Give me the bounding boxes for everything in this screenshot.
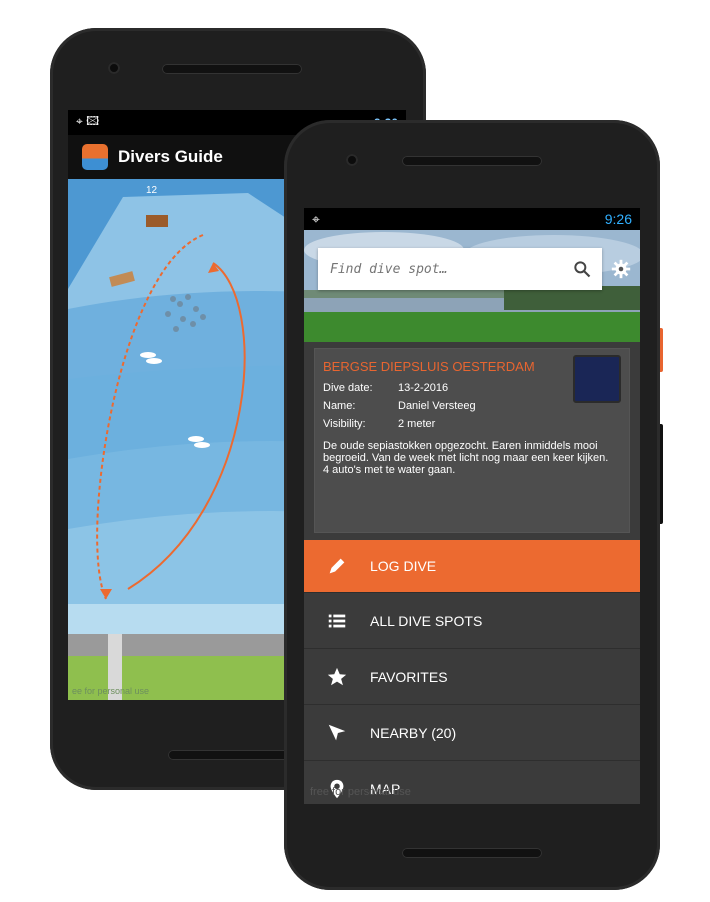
front-footer-note: free for personal use [310,786,411,798]
diver-name-label: Name: [323,400,356,412]
visibility-value: 2 meter [398,418,436,430]
back-camera [108,62,120,74]
menu-item-label: NEARBY (20) [370,724,457,741]
dive-thumbnail [573,355,621,403]
main-menu: LOG DIVE ALL DIVE SPOTS FAVORITES NEARBY… [304,540,640,804]
back-map-footer: ee for personal use [72,686,150,696]
list-icon [328,614,346,627]
menu-item-nearby[interactable]: NEARBY (20) [304,704,640,760]
menu-item-label: LOG DIVE [370,558,437,574]
back-speaker [162,64,302,74]
menu-item-label: FAVORITES [370,668,448,685]
app-title: Divers Guide [118,147,223,166]
menu-item-label: ALL DIVE SPOTS [370,612,483,629]
app-logo-icon [82,144,108,170]
dive-date-value: 13-2-2016 [398,382,449,394]
front-status-bar: ⌖ 9:26 [304,208,640,230]
visibility-row: Visibility: 2 meter [323,418,621,430]
nearby-arrow-icon [328,724,346,740]
menu-item-log-dive[interactable]: LOG DIVE [304,540,640,592]
gear-icon[interactable] [610,258,632,280]
diver-name-value: Daniel Versteeg [398,400,476,412]
search-bar[interactable] [318,248,602,290]
depth-label: 12 [146,185,158,196]
front-screen: ⌖ 9:26 BER [304,208,640,804]
menu-item-favorites[interactable]: FAVORITES [304,648,640,704]
menu-item-all-dive-spots[interactable]: ALL DIVE SPOTS [304,592,640,648]
back-bottom-speaker [168,750,298,760]
star-icon [327,667,347,685]
back-status-icons: ⌖ 🖾 [76,114,100,128]
front-status-time: 9:26 [604,211,632,227]
front-speaker [402,156,542,166]
search-input[interactable] [328,260,562,278]
dive-date-label: Dive date: [323,382,373,394]
front-bottom-speaker [402,848,542,858]
dive-log-card[interactable]: BERGSE DIEPSLUIS OESTERDAM Dive date: 13… [314,348,630,533]
hero-image [304,230,640,342]
front-status-left: ⌖ [312,210,320,227]
search-icon[interactable] [572,259,592,279]
front-camera [346,154,358,166]
visibility-label: Visibility: [323,418,366,430]
dive-description: De oude sepiastokken opgezocht. Earen in… [323,440,609,476]
pencil-icon [329,558,345,574]
